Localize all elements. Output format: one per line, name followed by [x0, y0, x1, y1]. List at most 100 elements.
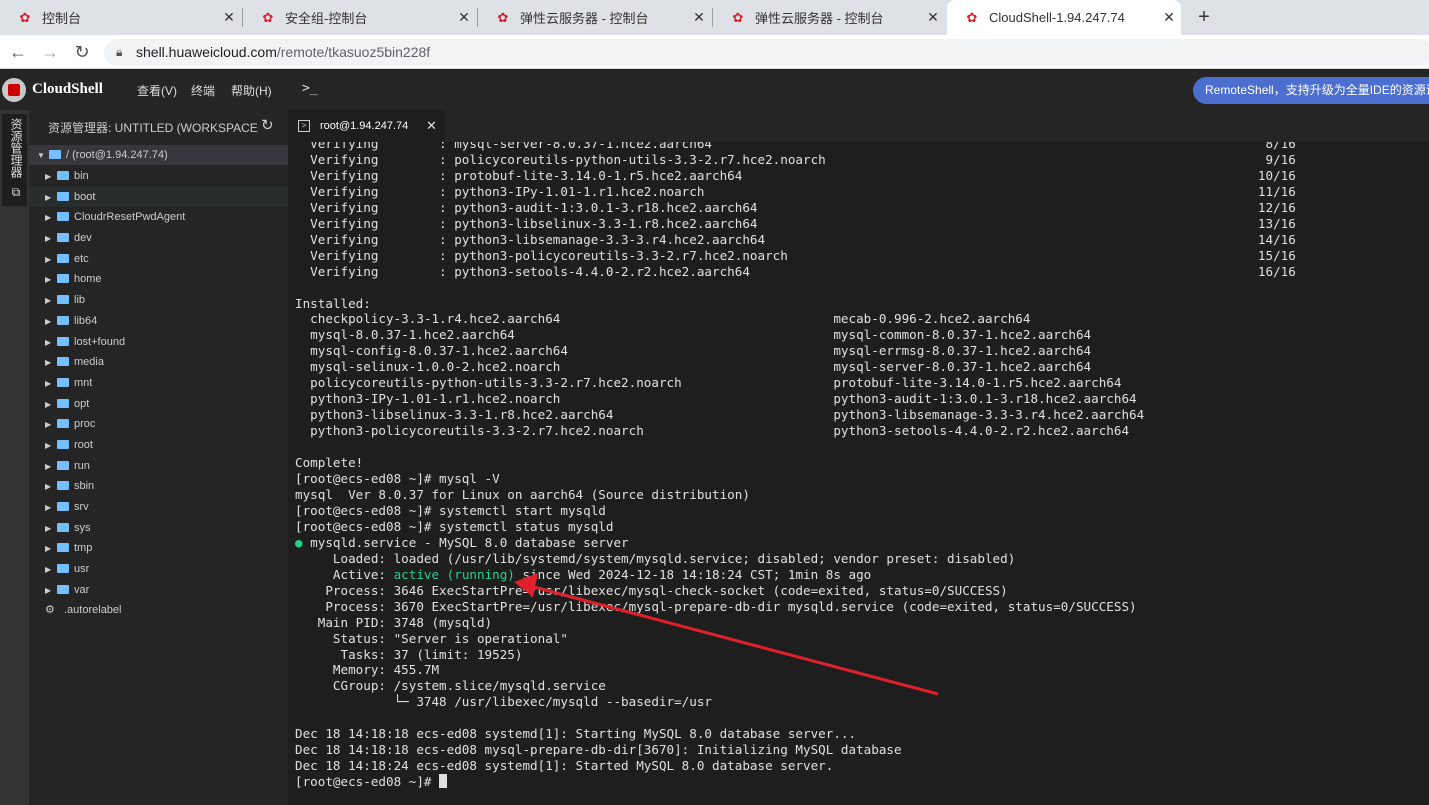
tree-item-lib[interactable]: ▶ lib — [29, 290, 288, 311]
folder-icon — [57, 357, 69, 367]
annotation-arrow — [514, 573, 939, 696]
forward-button[interactable]: → — [38, 40, 62, 64]
tree-item-tmp[interactable]: ▶ tmp — [29, 538, 288, 559]
terminal-tab-title: root@1.94.247.74 — [320, 120, 409, 132]
folder-icon — [57, 398, 69, 408]
tree-item-root[interactable]: ▶ root — [29, 435, 288, 456]
menu-view[interactable]: 查看(V) — [137, 82, 177, 99]
folder-icon — [57, 336, 69, 346]
explorer-sidebar: 资源管理器: UNTITLED (WORKSPACE) ↻ ▼ / (root@1… — [29, 110, 288, 805]
tree-item-label: sbin — [74, 480, 95, 493]
address-bar: ← → ↻ 🔒︎ shell.huaweicloud.com/remote/tk… — [0, 35, 1429, 69]
close-icon[interactable]: ✕ — [452, 9, 476, 26]
explorer-label: 资源管理器 — [9, 118, 23, 178]
chevron-right-icon: ▶ — [45, 440, 52, 450]
huawei-logo-icon: ✿ — [19, 9, 31, 25]
close-icon[interactable]: ✕ — [426, 110, 437, 142]
close-icon[interactable]: ✕ — [687, 9, 711, 26]
browser-tab-5[interactable]: ✿ CloudShell-1.94.247.74 ✕ — [947, 0, 1181, 35]
tree-item-cloudrresetpwdagent[interactable]: ▶ CloudrResetPwdAgent — [29, 207, 288, 228]
folder-icon — [57, 274, 69, 284]
tree-item-mnt[interactable]: ▶ mnt — [29, 373, 288, 394]
folder-icon — [49, 150, 61, 159]
back-button[interactable]: ← — [6, 40, 30, 64]
terminal-tab[interactable]: > root@1.94.247.74 ✕ — [288, 110, 445, 142]
tree-item-home[interactable]: ▶ home — [29, 269, 288, 290]
folder-icon — [57, 295, 69, 305]
folder-icon — [57, 212, 69, 222]
close-icon[interactable]: ✕ — [217, 9, 241, 26]
tree-item-proc[interactable]: ▶ proc — [29, 414, 288, 435]
app-title: CloudShell — [32, 81, 103, 97]
tree-item-dev[interactable]: ▶ dev — [29, 228, 288, 249]
browser-tab-3[interactable]: ✿ 弹性云服务器 - 控制台 ✕ — [478, 0, 711, 35]
tree-item-etc[interactable]: ▶ etc — [29, 249, 288, 270]
tree-item-label: etc — [74, 252, 89, 265]
browser-tab-4[interactable]: ✿ 弹性云服务器 - 控制台 ✕ — [713, 0, 945, 35]
folder-icon — [57, 502, 69, 511]
tree-item-usr[interactable]: ▶ usr — [29, 559, 288, 580]
menu-help[interactable]: 帮助(H) — [231, 82, 272, 99]
tree-item-lost-found[interactable]: ▶ lost+found — [29, 332, 288, 353]
tree-root[interactable]: ▼ / (root@1.94.247.74) — [29, 145, 288, 165]
reload-button[interactable]: ↻ — [70, 40, 94, 64]
tree-item-label: CloudrResetPwdAgent — [74, 211, 186, 224]
browser-tab-title: 安全组-控制台 — [285, 11, 368, 26]
tree-item-media[interactable]: ▶ media — [29, 352, 288, 373]
folder-icon — [57, 584, 69, 594]
tree-item-label: home — [74, 273, 102, 286]
terminal-panel[interactable]: Verifying : mysql-server-8.0.37-1.hce2.a… — [288, 142, 1429, 805]
chevron-right-icon: ▶ — [45, 234, 52, 244]
chevron-down-icon: ▼ — [37, 151, 45, 160]
new-tab-button[interactable]: + — [1191, 4, 1217, 30]
tree-item-label: proc — [74, 418, 96, 431]
tree-item-sbin[interactable]: ▶ sbin — [29, 476, 288, 497]
chevron-right-icon: ▶ — [45, 420, 52, 430]
tree-item-run[interactable]: ▶ run — [29, 456, 288, 477]
huawei-logo-icon: ✿ — [732, 9, 744, 25]
menu-terminal[interactable]: 终端 — [191, 82, 215, 99]
tree-item-boot[interactable]: ▶ boot — [29, 186, 288, 208]
chevron-right-icon: ▶ — [45, 172, 52, 181]
close-icon[interactable]: ✕ — [921, 9, 945, 26]
tree-item-label: .autorelabel — [64, 604, 122, 617]
tree-item-sys[interactable]: ▶ sys — [29, 518, 288, 539]
browser-tab-bar: ✿ 控制台 ✕ ✿ 安全组-控制台 ✕ ✿ 弹性云服务器 - 控制台 ✕ ✿ 弹… — [0, 0, 1429, 35]
close-icon[interactable]: ✕ — [1157, 9, 1181, 26]
folder-icon — [57, 377, 69, 387]
file-tree: ▶ bin ▶ boot ▶ CloudrResetPwdAgent ▶ dev ▶ etc ▶ ho… — [29, 166, 288, 621]
folder-icon — [57, 522, 69, 532]
terminal-icon[interactable]: >_ — [302, 81, 318, 96]
tree-item-autorelabel[interactable]: ⚙ .autorelabel — [29, 600, 288, 621]
tree-item-var[interactable]: ▶ var — [29, 580, 288, 601]
url-input[interactable]: 🔒︎ shell.huaweicloud.com/remote/tkasuoz5… — [104, 39, 1429, 66]
huawei-logo-icon: ✿ — [262, 9, 274, 25]
chevron-right-icon: ▶ — [45, 378, 52, 388]
tree-item-label: srv — [74, 501, 89, 513]
explorer-tab[interactable]: 资源管理器 ⧉ — [2, 114, 27, 206]
gear-icon: ⚙ — [45, 604, 55, 617]
remoteshell-button[interactable]: RemoteShell，支持升级为全量IDE的资源调 — [1193, 77, 1429, 104]
activity-bar: 资源管理器 ⧉ — [0, 110, 29, 805]
folder-icon — [57, 191, 69, 201]
folder-icon — [57, 439, 69, 449]
refresh-icon[interactable]: ↻ — [261, 116, 274, 134]
browser-tab-title: 弹性云服务器 - 控制台 — [520, 11, 649, 26]
chevron-right-icon: ▶ — [45, 192, 52, 202]
tree-root-label: / (root@1.94.247.74) — [66, 149, 168, 161]
tree-item-lib64[interactable]: ▶ lib64 — [29, 311, 288, 332]
chevron-right-icon: ▶ — [45, 275, 52, 285]
chevron-right-icon: ▶ — [45, 399, 52, 409]
chevron-right-icon: ▶ — [45, 523, 52, 533]
annotation-arrow-head — [514, 573, 538, 597]
tree-item-opt[interactable]: ▶ opt — [29, 394, 288, 415]
chevron-right-icon: ▶ — [45, 316, 52, 326]
tree-item-bin[interactable]: ▶ bin — [29, 166, 288, 187]
folder-icon — [57, 419, 69, 429]
tree-item-label: dev — [74, 232, 92, 245]
browser-tab-1[interactable]: ✿ 控制台 ✕ — [0, 0, 241, 35]
tree-item-srv[interactable]: ▶ srv — [29, 497, 288, 518]
folder-icon — [57, 171, 69, 180]
browser-tab-2[interactable]: ✿ 安全组-控制台 ✕ — [243, 0, 476, 35]
tree-item-label: mnt — [74, 376, 93, 389]
